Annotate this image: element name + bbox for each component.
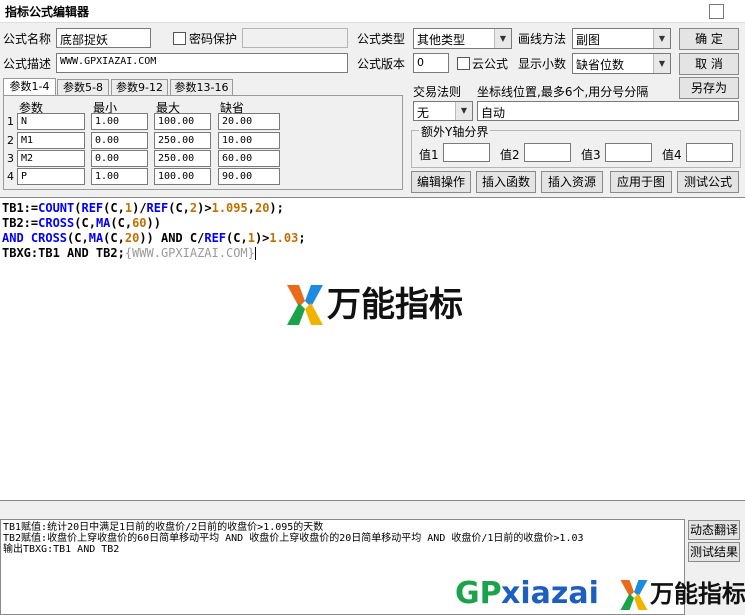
tab-params-13-16[interactable]: 参数13-16 — [170, 79, 233, 96]
test-formula-button[interactable]: 测试公式 — [677, 171, 739, 193]
param-row-index: 4 — [7, 170, 14, 183]
site-gp-text: GP — [455, 576, 502, 611]
tab-params-1-4[interactable]: 参数1-4 — [3, 78, 56, 96]
param-name-input[interactable]: M2 — [17, 150, 85, 167]
param-name-input[interactable]: P — [17, 168, 85, 185]
draw-method-label: 画线方法 — [518, 32, 567, 46]
cancel-button[interactable]: 取 消 — [679, 53, 739, 75]
code-line-2: TB2:=CROSS(C,MA(C,60)) — [2, 216, 161, 230]
insert-resource-button[interactable]: 插入资源 — [541, 171, 603, 193]
brand-logo-icon — [287, 285, 323, 325]
site-brand-text: 万能指标 — [650, 580, 745, 608]
trade-rule-value: 无 — [417, 106, 430, 120]
param-max-input[interactable]: 250.00 — [154, 150, 211, 167]
param-default-input[interactable]: 60.00 — [218, 150, 280, 167]
param-default-input[interactable]: 20.00 — [218, 113, 280, 130]
code-line-4: TBXG:TB1 AND TB2;{WWW.GPXIAZAI.COM} — [2, 246, 256, 260]
y-value3-label: 值3 — [581, 148, 601, 162]
param-name-input[interactable]: M1 — [17, 132, 85, 149]
param-row-index: 3 — [7, 152, 14, 165]
insert-function-button[interactable]: 插入函数 — [476, 171, 536, 193]
formula-desc-input[interactable]: WWW.GPXIAZAI.COM — [56, 53, 348, 73]
param-min-input[interactable]: 1.00 — [91, 168, 148, 185]
password-input[interactable] — [242, 28, 348, 48]
extra-y-axis-label: 额外Y轴分界 — [419, 123, 491, 140]
formula-name-label: 公式名称 — [3, 32, 52, 46]
y-value3-input[interactable] — [605, 143, 652, 162]
y-value1-label: 值1 — [419, 148, 439, 162]
y-value2-input[interactable] — [524, 143, 571, 162]
trade-rule-select[interactable]: 无 ▼ — [413, 101, 473, 121]
text-cursor — [254, 247, 256, 260]
formula-version-input[interactable]: 0 — [413, 53, 449, 73]
ok-button[interactable]: 确 定 — [679, 28, 739, 50]
chevron-down-icon: ▼ — [455, 102, 472, 120]
param-max-input[interactable]: 250.00 — [154, 132, 211, 149]
y-value2-label: 值2 — [500, 148, 520, 162]
formula-name-input[interactable]: 底部捉妖 — [56, 28, 151, 48]
chevron-down-icon: ▼ — [653, 29, 670, 48]
test-result-button[interactable]: 测试结果 — [688, 542, 740, 562]
site-watermark: GP xiazai 万能指标 — [455, 575, 745, 615]
close-window-button[interactable] — [709, 4, 724, 19]
y-value1-input[interactable] — [443, 143, 490, 162]
cloud-formula-label: 云公式 — [472, 57, 509, 71]
cloud-formula-checkbox[interactable] — [457, 57, 470, 70]
output-line-1: TB1赋值:统计20日中满足1日前的收盘价/2日前的收盘价>1.095的天数 — [3, 522, 324, 533]
decimal-value: 缺省位数 — [576, 58, 625, 72]
param-min-input[interactable]: 1.00 — [91, 113, 148, 130]
window-title: 指标公式编辑器 — [5, 5, 90, 19]
edit-operations-button[interactable]: 编辑操作 — [411, 171, 471, 193]
decimal-label: 显示小数 — [518, 57, 567, 71]
code-line-1: TB1:=COUNT(REF(C,1)/REF(C,2)>1.095,20); — [2, 201, 284, 215]
draw-method-value: 副图 — [576, 33, 601, 47]
code-line-3: AND CROSS(C,MA(C,20)) AND C/REF(C,1)>1.0… — [2, 231, 306, 245]
param-default-input[interactable]: 10.00 — [218, 132, 280, 149]
param-max-input[interactable]: 100.00 — [154, 113, 211, 130]
param-default-input[interactable]: 90.00 — [218, 168, 280, 185]
watermark-logo: 万能指标 — [285, 281, 465, 333]
y-value4-input[interactable] — [686, 143, 733, 162]
tab-params-9-12[interactable]: 参数9-12 — [111, 79, 168, 96]
output-line-2: TB2赋值:收盘价上穿收盘价的60日简单移动平均 AND 收盘价上穿收盘价的20… — [3, 533, 584, 544]
dynamic-translate-button[interactable]: 动态翻译 — [688, 520, 740, 540]
chevron-down-icon: ▼ — [494, 29, 511, 48]
formula-type-select[interactable]: 其他类型 ▼ — [413, 28, 512, 49]
chevron-down-icon: ▼ — [653, 54, 670, 73]
formula-editor[interactable]: TB1:=COUNT(REF(C,1)/REF(C,2)>1.095,20); … — [0, 197, 745, 501]
param-row-index: 1 — [7, 115, 14, 128]
formula-desc-label: 公式描述 — [3, 57, 52, 71]
output-line-3: 输出TBXG:TB1 AND TB2 — [3, 544, 120, 555]
draw-method-select[interactable]: 副图 ▼ — [572, 28, 671, 49]
param-max-input[interactable]: 100.00 — [154, 168, 211, 185]
decimal-select[interactable]: 缺省位数 ▼ — [572, 53, 671, 74]
watermark-brand-text: 万能指标 — [327, 285, 463, 325]
site-name-text: xiazai — [501, 576, 599, 611]
password-checkbox[interactable] — [173, 32, 186, 45]
y-value4-label: 值4 — [662, 148, 682, 162]
param-row-index: 2 — [7, 134, 14, 147]
apply-to-chart-button[interactable]: 应用于图 — [610, 171, 672, 193]
trade-rule-label: 交易法则 — [413, 85, 462, 99]
formula-type-value: 其他类型 — [417, 33, 466, 47]
title-bar: 指标公式编辑器 — [0, 0, 745, 23]
param-min-input[interactable]: 0.00 — [91, 150, 148, 167]
param-min-input[interactable]: 0.00 — [91, 132, 148, 149]
formula-type-label: 公式类型 — [357, 32, 406, 46]
tab-params-5-8[interactable]: 参数5-8 — [57, 79, 109, 96]
formula-version-label: 公式版本 — [357, 57, 406, 71]
password-label: 密码保护 — [189, 32, 238, 46]
param-name-input[interactable]: N — [17, 113, 85, 130]
brand-logo-icon — [620, 580, 648, 610]
save-as-button[interactable]: 另存为 — [679, 77, 739, 99]
coord-line-label: 坐标线位置,最多6个,用分号分隔 — [477, 85, 649, 99]
coord-line-input[interactable]: 自动 — [477, 101, 739, 121]
